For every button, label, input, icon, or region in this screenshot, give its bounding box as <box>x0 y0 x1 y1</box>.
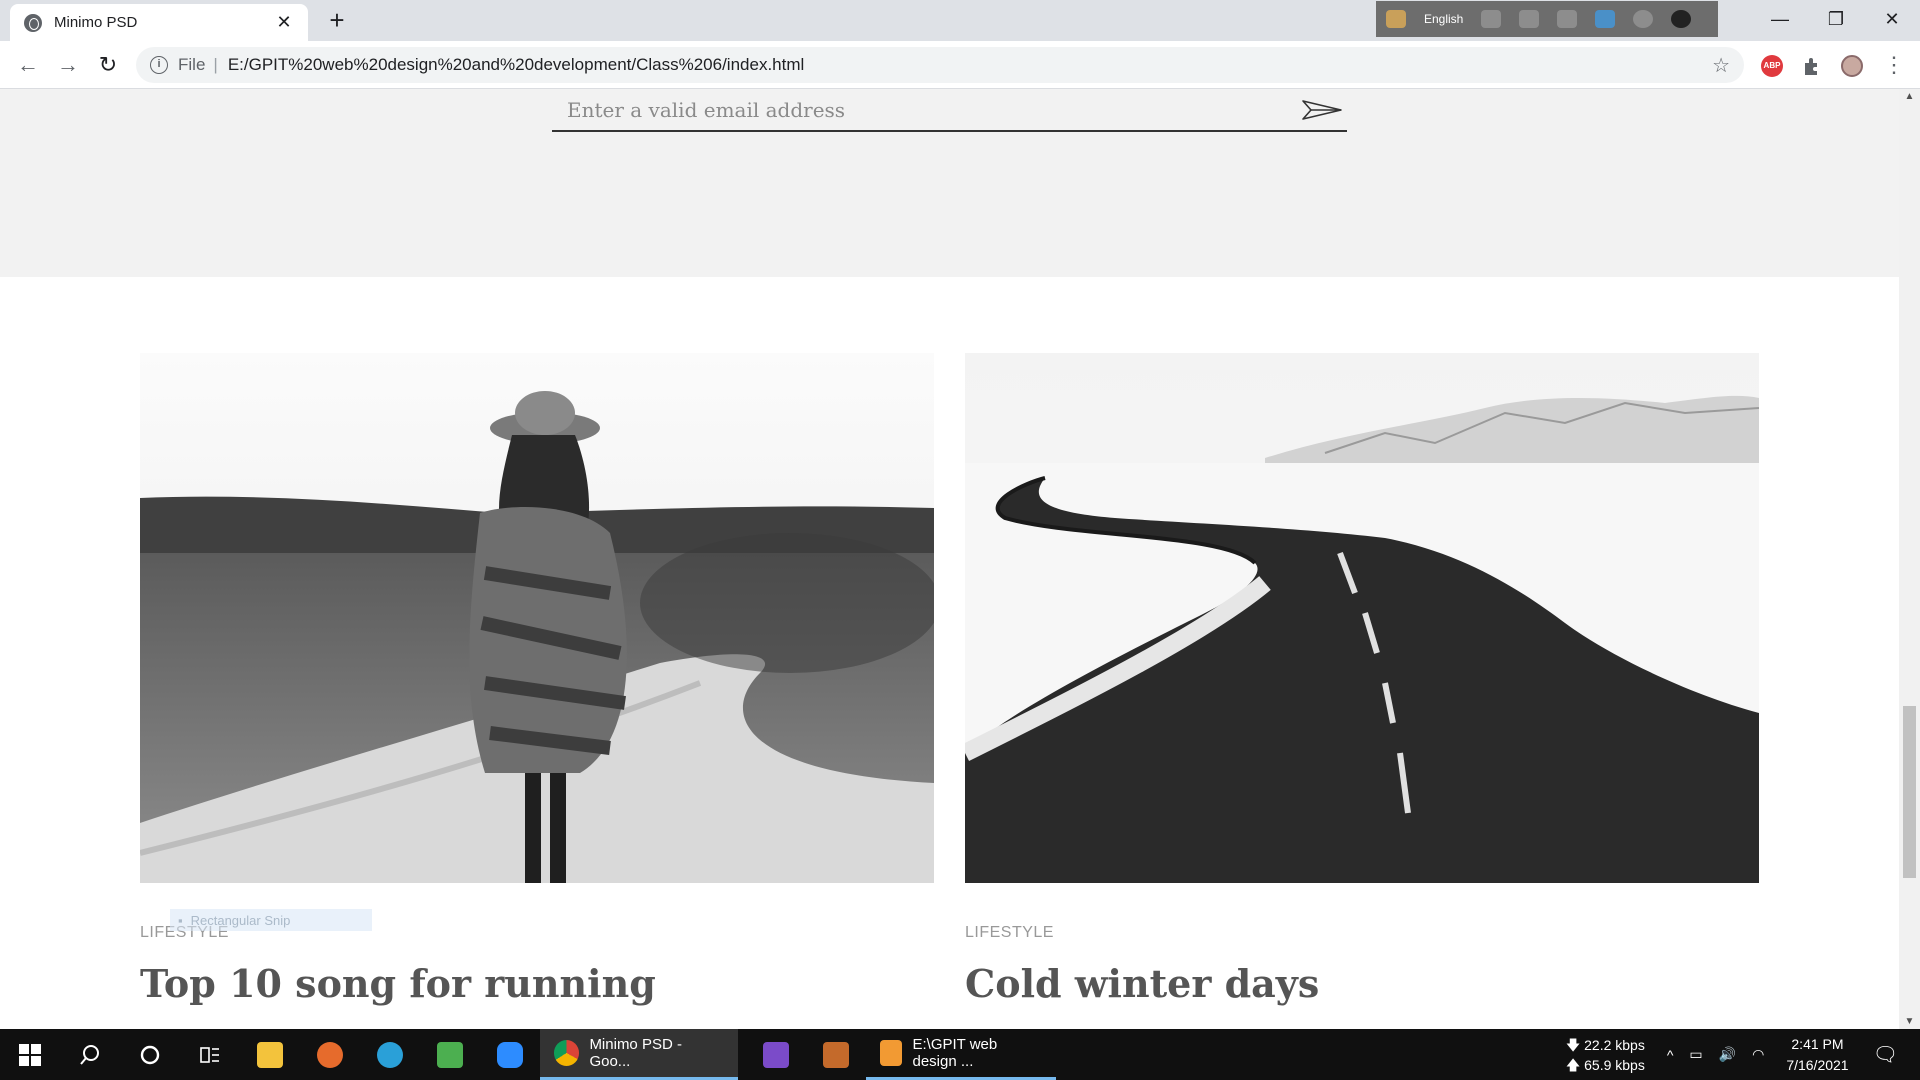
sticky-app-icon[interactable] <box>420 1029 480 1080</box>
battery-icon[interactable]: ▭ <box>1689 1046 1702 1063</box>
dropdown-icon[interactable] <box>1671 10 1692 28</box>
address-scheme-label: File <box>178 55 206 74</box>
post-image-woman-on-road[interactable] <box>140 353 934 883</box>
email-input[interactable] <box>552 89 1297 130</box>
address-separator: | <box>213 55 218 74</box>
scrollbar-thumb[interactable] <box>1903 705 1916 878</box>
post-image-winter-road[interactable] <box>965 353 1759 883</box>
start-button[interactable] <box>0 1029 60 1080</box>
clock[interactable]: 2:41 PM 7/16/2021 <box>1786 1034 1848 1076</box>
taskbar-task-chrome[interactable]: Minimo PSD - Goo... <box>540 1029 738 1080</box>
site-info-icon[interactable]: i <box>150 56 168 74</box>
post-title[interactable]: Cold winter days <box>965 961 1319 1006</box>
extensions-puzzle-icon[interactable] <box>1801 55 1823 77</box>
address-bar[interactable]: i File | E:/GPIT%20web%20design%20and%20… <box>136 47 1744 83</box>
system-tray: 🡇 22.2 kbps 🡅 65.9 kbps ^ ▭ 🔊 ◠ 2:41 PM … <box>1566 1029 1920 1080</box>
post-card[interactable]: LIFESTYLE Top 10 song for running <box>140 353 934 1006</box>
wifi-icon[interactable]: ◠ <box>1752 1046 1764 1063</box>
tab-close-button[interactable]: ✕ <box>274 12 294 33</box>
file-explorer-icon[interactable] <box>240 1029 300 1080</box>
tab-title: Minimo PSD <box>54 14 138 31</box>
volume-icon[interactable]: 🔊 <box>1719 1046 1736 1063</box>
upload-speed: 🡅 65.9 kbps <box>1565 1056 1645 1073</box>
chevron-up-icon[interactable]: ^ <box>1667 1047 1674 1063</box>
taskbar-task-label: Minimo PSD - Goo... <box>589 1036 682 1070</box>
notifications-icon[interactable]: 🗨 <box>1873 1042 1898 1067</box>
upload-speed-value: 65.9 kbps <box>1584 1056 1645 1073</box>
profile-avatar[interactable] <box>1841 55 1863 77</box>
ime-logo-icon[interactable] <box>1386 10 1406 28</box>
email-subscribe-field <box>552 89 1347 132</box>
newsletter-section <box>0 89 1899 277</box>
windows-taskbar: Minimo PSD - Goo... E:\GPIT web design .… <box>0 1029 1920 1080</box>
scroll-up-arrow-icon[interactable]: ▲ <box>1899 91 1920 102</box>
windows-logo-icon <box>19 1043 41 1066</box>
back-arrow-icon[interactable]: ← <box>14 51 42 79</box>
paper-plane-send-icon[interactable] <box>1297 90 1347 130</box>
search-icon[interactable] <box>60 1029 120 1080</box>
post-category[interactable]: LIFESTYLE <box>965 924 1054 942</box>
zoom-icon[interactable] <box>480 1029 540 1080</box>
window-controls: — ❐ ✕ <box>1752 0 1920 38</box>
language-selector[interactable]: English <box>1424 12 1463 26</box>
browser-tab[interactable]: Minimo PSD ✕ <box>10 4 308 41</box>
scroll-down-arrow-icon[interactable]: ▼ <box>1899 1016 1920 1027</box>
bookmark-star-icon[interactable]: ☆ <box>1712 53 1730 78</box>
close-window-button[interactable]: ✕ <box>1864 0 1920 38</box>
download-speed: 🡇 22.2 kbps <box>1565 1036 1645 1053</box>
reload-icon[interactable]: ↻ <box>94 51 122 79</box>
clock-date: 7/16/2021 <box>1786 1056 1849 1073</box>
browser-toolbar: ← → ↻ i File | E:/GPIT%20web%20design%20… <box>0 41 1920 89</box>
keyboard-icon[interactable] <box>1481 10 1502 28</box>
post-title[interactable]: Top 10 song for running <box>140 961 656 1006</box>
edge-icon[interactable] <box>360 1029 420 1080</box>
sublime-text-icon <box>880 1040 903 1066</box>
page-scrollbar[interactable]: ▲ ▼ <box>1899 89 1920 1029</box>
settings-gear-icon[interactable] <box>1557 10 1578 28</box>
visual-studio-icon[interactable] <box>746 1029 806 1080</box>
snip-tool-overlay: ▪ Rectangular Snip <box>170 909 372 931</box>
taskbar-task-sublime[interactable]: E:\GPIT web design ... <box>866 1029 1056 1080</box>
restore-button[interactable]: ❐ <box>1808 0 1864 38</box>
network-speed: 🡇 22.2 kbps 🡅 65.9 kbps <box>1566 1035 1645 1075</box>
task-view-icon[interactable] <box>180 1029 240 1080</box>
cortana-icon[interactable] <box>120 1029 180 1080</box>
address-url[interactable]: E:/GPIT%20web%20design%20and%20developme… <box>228 55 1712 75</box>
browser-menu-icon[interactable]: ⋮ <box>1880 51 1908 79</box>
page-viewport: LIFESTYLE Top 10 song for running <box>0 89 1899 1029</box>
globe-icon <box>24 13 42 32</box>
new-tab-button[interactable]: + <box>320 6 354 36</box>
adblock-plus-icon[interactable]: ABP <box>1761 55 1783 77</box>
firefox-icon[interactable] <box>300 1029 360 1080</box>
app-icon[interactable] <box>806 1029 866 1080</box>
download-speed-value: 22.2 kbps <box>1584 1036 1645 1053</box>
brush-icon[interactable] <box>1519 10 1540 28</box>
language-extension-bar: English <box>1376 1 1718 37</box>
snip-overlay-label: Rectangular Snip <box>190 912 291 928</box>
post-card[interactable]: LIFESTYLE Cold winter days <box>965 353 1759 1006</box>
help-icon[interactable] <box>1633 10 1654 28</box>
minimize-button[interactable]: — <box>1752 0 1808 38</box>
snip-icon: ▪ <box>178 912 183 928</box>
taskbar-task-label: E:\GPIT web design ... <box>912 1036 998 1070</box>
chrome-icon <box>554 1040 580 1066</box>
browser-tab-strip: Minimo PSD ✕ + English — ❐ ✕ <box>0 0 1920 41</box>
forward-arrow-icon[interactable]: → <box>54 51 82 79</box>
ie-icon[interactable] <box>1595 10 1616 28</box>
clock-time: 2:41 PM <box>1791 1035 1844 1052</box>
